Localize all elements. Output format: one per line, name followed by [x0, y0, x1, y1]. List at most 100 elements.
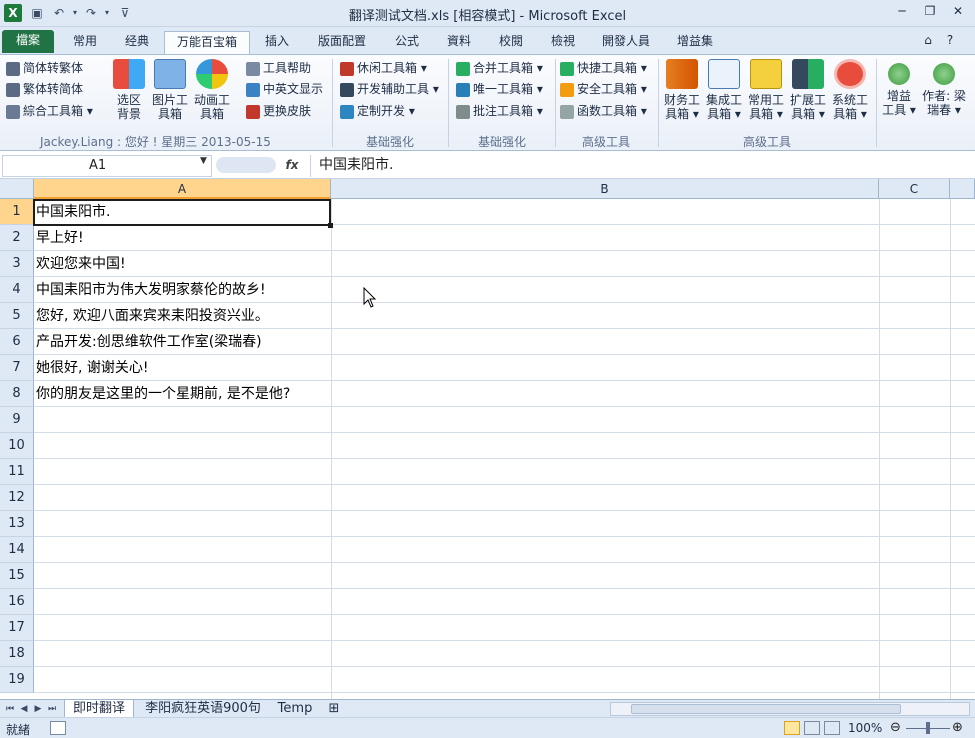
comment-tools-button[interactable]: 批注工具箱 ▾: [456, 101, 543, 121]
normal-view-icon[interactable]: [784, 721, 800, 735]
row-header[interactable]: 4: [0, 277, 34, 303]
row-header[interactable]: 2: [0, 225, 34, 251]
merge-tools-button[interactable]: 合并工具箱 ▾: [456, 58, 543, 78]
first-sheet-icon[interactable]: ⏮: [4, 702, 16, 716]
zoom-level[interactable]: 100%: [848, 721, 882, 735]
sheet-tab-english-900[interactable]: 李阳疯狂英语900句: [136, 700, 270, 718]
picture-tools-button[interactable]: 图片工 具箱: [150, 59, 190, 121]
prev-sheet-icon[interactable]: ◀: [18, 702, 30, 716]
name-box[interactable]: A1: [2, 155, 212, 177]
combo-tools-button[interactable]: 綜合工具箱 ▾: [6, 101, 93, 121]
new-sheet-icon[interactable]: ⊞: [322, 700, 346, 718]
tab-classic[interactable]: 经典: [112, 31, 162, 54]
column-header-a[interactable]: A: [34, 179, 331, 199]
page-layout-view-icon[interactable]: [804, 721, 820, 735]
help-caret-icon[interactable]: ⌂: [916, 31, 940, 51]
column-header-d[interactable]: [950, 179, 975, 199]
row-header[interactable]: 19: [0, 667, 34, 693]
cell-a[interactable]: 她很好, 谢谢关心!: [36, 355, 149, 381]
row-header[interactable]: 3: [0, 251, 34, 277]
horizontal-scroll-thumb[interactable]: [631, 704, 901, 714]
function-tools-button[interactable]: 函数工具箱 ▾: [560, 101, 647, 121]
column-header-b[interactable]: B: [331, 179, 879, 199]
cn-en-display-button[interactable]: 中英文显示: [246, 79, 323, 99]
security-tools-button[interactable]: 安全工具箱 ▾: [560, 79, 647, 99]
minimize-icon[interactable]: ─: [890, 2, 914, 22]
simp-to-trad-button[interactable]: 简体转繁体: [6, 58, 83, 78]
unique-icon: [456, 82, 470, 97]
tab-page-layout[interactable]: 版面配置: [306, 31, 378, 54]
horizontal-scrollbar[interactable]: [610, 702, 970, 716]
tab-addins[interactable]: 增益集: [664, 31, 726, 54]
sheet-tab-instant-translate[interactable]: 即时翻译: [64, 700, 134, 718]
zoom-in-icon[interactable]: ⊕: [952, 720, 963, 735]
row-header[interactable]: 18: [0, 641, 34, 667]
row-header[interactable]: 17: [0, 615, 34, 641]
row-header[interactable]: 14: [0, 537, 34, 563]
row-header[interactable]: 8: [0, 381, 34, 407]
select-all-corner[interactable]: [0, 179, 34, 199]
addin-tools-button[interactable]: 增益 工具 ▾: [880, 59, 918, 117]
quick-tools-button[interactable]: 快捷工具箱 ▾: [560, 58, 647, 78]
name-box-dropdown-icon[interactable]: ▼: [200, 156, 207, 166]
row-header[interactable]: 5: [0, 303, 34, 329]
custom-dev-button[interactable]: 定制开发 ▾: [340, 101, 415, 121]
select-bg-button[interactable]: 选区 背景: [110, 59, 148, 121]
row-header[interactable]: 7: [0, 355, 34, 381]
finance-tools-button[interactable]: 财务工 具箱 ▾: [662, 59, 702, 121]
row-header[interactable]: 1: [0, 199, 34, 225]
tab-home[interactable]: 常用: [60, 31, 110, 54]
zoom-out-icon[interactable]: ⊖: [890, 720, 901, 735]
tab-insert[interactable]: 插入: [252, 31, 302, 54]
next-sheet-icon[interactable]: ▶: [32, 702, 44, 716]
dev-assist-button[interactable]: 开发辅助工具 ▾: [340, 79, 439, 99]
page-break-view-icon[interactable]: [824, 721, 840, 735]
trad-to-simp-button[interactable]: 繁体转简体: [6, 79, 83, 99]
cell-a[interactable]: 欢迎您来中国!: [36, 251, 126, 277]
tab-view[interactable]: 檢視: [538, 31, 588, 54]
zoom-slider-thumb[interactable]: [926, 722, 930, 734]
restore-icon[interactable]: ❐: [918, 2, 942, 22]
macro-record-icon[interactable]: [50, 721, 66, 735]
cell-a[interactable]: 早上好!: [36, 225, 84, 251]
row-header[interactable]: 12: [0, 485, 34, 511]
sheet-tab-temp[interactable]: Temp: [272, 700, 318, 718]
row-header[interactable]: 16: [0, 589, 34, 615]
help-icon[interactable]: ?: [938, 31, 962, 51]
last-sheet-icon[interactable]: ⏭: [46, 702, 58, 716]
animation-tools-button[interactable]: 动画工 具箱: [192, 59, 232, 121]
formula-bar-handle[interactable]: [216, 157, 276, 173]
unique-tools-button[interactable]: 唯一工具箱 ▾: [456, 79, 543, 99]
cell-a[interactable]: 产品开发:创思维软件工作室(梁瑞春): [36, 329, 262, 355]
tab-formulas[interactable]: 公式: [382, 31, 432, 54]
extension-tools-button[interactable]: 扩展工 具箱 ▾: [788, 59, 828, 121]
close-icon[interactable]: ✕: [946, 2, 970, 22]
tab-data[interactable]: 資料: [434, 31, 484, 54]
worksheet-grid[interactable]: A B C 1 中国耒阳市. 2 早上好! 3 欢迎您来中国! 4 中国耒阳市为伟大发明家蔡伦…: [0, 179, 975, 699]
cell-a[interactable]: 中国耒阳市为伟大发明家蔡伦的故乡!: [36, 277, 266, 303]
cell-a[interactable]: 你的朋友是这里的一个星期前, 是不是他?: [36, 381, 290, 407]
fill-handle[interactable]: [328, 223, 333, 228]
change-skin-button[interactable]: 更换皮肤: [246, 101, 311, 121]
row-header[interactable]: 10: [0, 433, 34, 459]
tab-file[interactable]: 檔案: [2, 30, 54, 53]
row-header[interactable]: 13: [0, 511, 34, 537]
tab-toolbox[interactable]: 万能百宝箱: [164, 31, 250, 54]
common-tools-button[interactable]: 常用工 具箱 ▾: [746, 59, 786, 121]
system-tools-button[interactable]: 系统工 具箱 ▾: [830, 59, 870, 121]
leisure-tools-button[interactable]: 休闲工具箱 ▾: [340, 58, 427, 78]
active-cell-a1[interactable]: [33, 199, 331, 226]
cell-a[interactable]: 您好, 欢迎八面来宾来耒阳投资兴业。: [36, 303, 269, 329]
formula-input[interactable]: 中国耒阳市.: [310, 155, 970, 177]
author-button[interactable]: 作者: 梁 瑞春 ▾: [922, 59, 966, 117]
row-header[interactable]: 15: [0, 563, 34, 589]
row-header[interactable]: 9: [0, 407, 34, 433]
tool-help-button[interactable]: 工具帮助: [246, 58, 311, 78]
insert-function-icon[interactable]: fx: [280, 155, 304, 177]
row-header[interactable]: 11: [0, 459, 34, 485]
row-header[interactable]: 6: [0, 329, 34, 355]
column-header-c[interactable]: C: [879, 179, 950, 199]
integration-tools-button[interactable]: 集成工 具箱 ▾: [704, 59, 744, 121]
tab-review[interactable]: 校閱: [486, 31, 536, 54]
tab-developer[interactable]: 開發人員: [590, 31, 662, 54]
